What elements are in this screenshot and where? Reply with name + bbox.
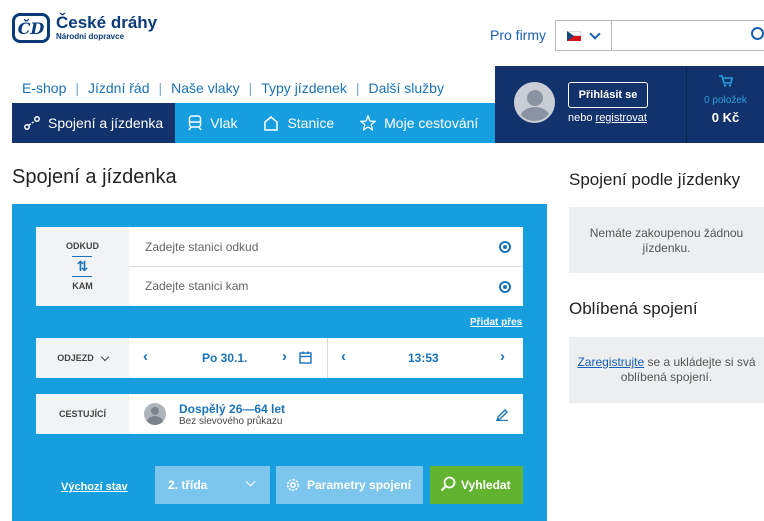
reset-link[interactable]: Výchozí stav [61, 481, 128, 493]
search-button[interactable]: Vyhledat [430, 466, 523, 504]
tab-vlak[interactable]: Vlak [175, 103, 250, 143]
star-icon [360, 115, 377, 131]
to-label: KAM [72, 281, 93, 291]
tab-moje-cestovani[interactable]: Moje cestování [347, 103, 491, 143]
passenger-discount: Bez slevového průkazu [179, 416, 283, 427]
language-select[interactable] [555, 20, 612, 51]
train-icon [188, 115, 202, 131]
locate-to-icon[interactable] [499, 281, 511, 293]
search-icon[interactable] [751, 27, 764, 40]
cart-price[interactable]: 0 Kč [687, 110, 764, 125]
prev-day-button[interactable]: ‹ [143, 348, 148, 365]
params-label: Parametry spojení [307, 478, 412, 492]
login-button[interactable]: Přihlásit se [568, 82, 648, 108]
separator: | [158, 80, 163, 96]
topnav-eshop[interactable]: E-shop [22, 80, 66, 96]
chevron-down-icon [589, 27, 601, 40]
divider [72, 276, 92, 277]
cart-icon[interactable] [719, 75, 733, 87]
topnav-typy-jizdenek[interactable]: Typy jízdenek [261, 80, 347, 96]
class-select[interactable]: 2. třída [155, 466, 270, 504]
logo-subtitle: Národní dopravce [56, 32, 125, 41]
tab-spojeni[interactable]: Spojení a jízdenka [12, 103, 176, 143]
datetime-row: ODJEZD ‹ Po 30.1. › ‹ 13:53 › [36, 338, 523, 378]
chevron-down-icon [245, 476, 256, 487]
params-button[interactable]: Parametry spojení [276, 466, 423, 504]
tab-label: Stanice [287, 115, 335, 131]
locate-from-icon[interactable] [499, 241, 511, 253]
logo-name: České dráhy [56, 13, 158, 32]
tab-label: Spojení a jízdenka [48, 115, 164, 131]
from-input[interactable]: Zadejte stanici odkud [129, 227, 523, 266]
departure-select[interactable]: ODJEZD [36, 338, 129, 378]
cart-count[interactable]: 0 položek [687, 95, 764, 106]
tab-label: Moje cestování [384, 115, 479, 131]
tickets-empty-box: Nemáte zakoupenou žádnou jízdenku. [569, 207, 764, 273]
topnav-jizdni-rad[interactable]: Jízdní řád [88, 80, 149, 96]
stations-labels: ODKUD ⇅ KAM [36, 227, 129, 306]
route-icon [24, 116, 40, 130]
stations-row: ODKUD ⇅ KAM Zadejte stanici odkud Zadejt… [36, 227, 523, 306]
logo[interactable]: ČD České dráhy Národní dopravce [12, 13, 157, 43]
favorites-register-link[interactable]: Zaregistrujte [577, 355, 644, 369]
top-navigation: E-shop | Jízdní řád | Naše vlaky | Typy … [22, 80, 444, 96]
chevron-down-icon [100, 352, 109, 361]
favorites-title: Oblíbená spojení [569, 299, 698, 318]
topnav-nase-vlaky[interactable]: Naše vlaky [171, 80, 239, 96]
main-navigation: Spojení a jízdenka Vlak Stanice Moje ces… [12, 103, 495, 143]
time-value[interactable]: 13:53 [408, 351, 439, 365]
passenger-avatar [144, 403, 166, 425]
passenger-type: Dospělý 26—64 let [179, 402, 286, 416]
user-area: Přihlásit se nebo registrovat 0 položek … [495, 66, 764, 143]
search-panel: ODKUD ⇅ KAM Zadejte stanici odkud Zadejt… [12, 204, 547, 521]
separator: | [248, 80, 253, 96]
tickets-title: Spojení podle jízdenky [569, 170, 741, 189]
pro-firmy-link[interactable]: Pro firmy [490, 27, 546, 43]
divider [327, 338, 328, 378]
separator: | [355, 80, 360, 96]
divider [72, 256, 92, 257]
passengers-label: CESTUJÍCÍ [36, 394, 129, 434]
station-icon [264, 115, 279, 131]
site-search-input[interactable] [611, 20, 764, 51]
gear-icon [286, 478, 300, 492]
to-placeholder: Zadejte stanici kam [145, 279, 249, 293]
next-time-button[interactable]: › [500, 348, 505, 365]
tab-label: Vlak [210, 115, 238, 131]
or-text: nebo [568, 112, 596, 124]
passengers-row[interactable]: CESTUJÍCÍ Dospělý 26—64 let Bez slevovéh… [36, 394, 523, 434]
from-label: ODKUD [66, 241, 99, 251]
add-via-link[interactable]: Přidat přes [470, 317, 522, 328]
calendar-icon[interactable] [299, 351, 312, 364]
favorites-box: Zaregistrujte se a ukládejte si svá oblí… [569, 337, 764, 403]
departure-label: ODJEZD [57, 353, 94, 363]
swap-icon[interactable]: ⇅ [36, 258, 129, 275]
separator: | [75, 80, 79, 96]
register-link[interactable]: registrovat [596, 112, 647, 124]
edit-icon[interactable] [495, 407, 509, 421]
cd-logo-icon: ČD [12, 13, 50, 43]
next-day-button[interactable]: › [282, 348, 287, 365]
topnav-dalsi-sluzby[interactable]: Další služby [368, 80, 443, 96]
search-icon [440, 476, 456, 492]
page: ČD České dráhy Národní dopravce Pro firm… [0, 0, 764, 521]
to-input[interactable]: Zadejte stanici kam [129, 267, 523, 306]
prev-time-button[interactable]: ‹ [341, 348, 346, 365]
register-line: nebo registrovat [568, 112, 647, 124]
from-placeholder: Zadejte stanici odkud [145, 240, 259, 254]
avatar [514, 82, 555, 123]
date-value[interactable]: Po 30.1. [202, 351, 247, 365]
class-value: 2. třída [168, 478, 208, 492]
search-label: Vyhledat [461, 478, 511, 492]
page-title: Spojení a jízdenka [12, 166, 177, 188]
logo-text: České dráhy Národní dopravce [56, 14, 157, 42]
tickets-empty-text: Nemáte zakoupenou žádnou jízdenku. [589, 226, 744, 255]
czech-flag-icon [567, 30, 581, 41]
tab-stanice[interactable]: Stanice [250, 103, 347, 143]
